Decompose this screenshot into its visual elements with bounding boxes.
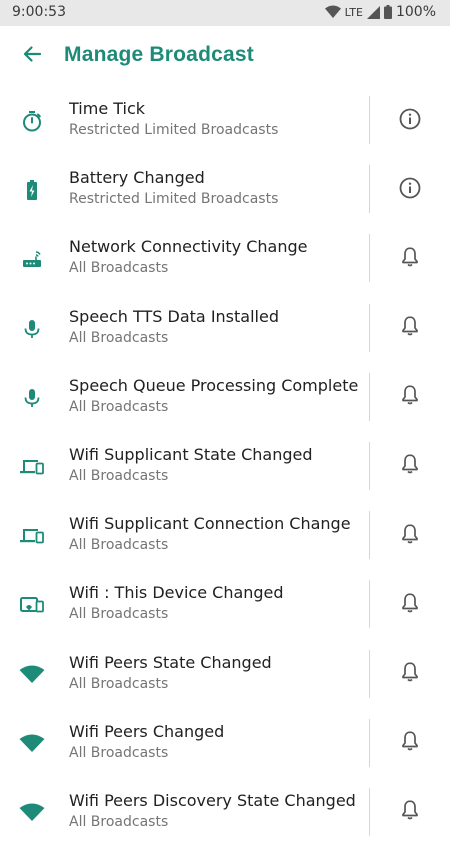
broadcast-title: Battery Changed: [69, 168, 205, 188]
row-divider: [369, 649, 370, 698]
bell-icon: [398, 522, 422, 551]
broadcast-subtitle: All Broadcasts: [69, 398, 169, 415]
bell-icon: [398, 798, 422, 827]
broadcast-subtitle: All Broadcasts: [69, 329, 169, 346]
wifi-icon: [14, 795, 50, 831]
broadcast-title: Wifi Peers Changed: [69, 721, 225, 741]
broadcast-subtitle: All Broadcasts: [69, 813, 169, 830]
bell-icon: [398, 383, 422, 412]
row-divider: [369, 441, 370, 490]
info-icon: [398, 107, 422, 136]
notification-button[interactable]: [392, 241, 428, 277]
row-divider: [369, 96, 370, 144]
battery-charging-icon: [14, 172, 50, 208]
notification-button[interactable]: [392, 657, 428, 693]
cell-signal-icon: [366, 5, 380, 19]
broadcast-title: Wifi : This Device Changed: [69, 583, 284, 603]
info-button[interactable]: [392, 103, 428, 139]
broadcast-title: Time Tick: [69, 99, 146, 118]
page-title: Manage Broadcast: [64, 43, 254, 66]
broadcast-row[interactable]: Speech TTS Data Installed All Broadcasts: [0, 293, 450, 362]
notification-button[interactable]: [392, 311, 428, 347]
broadcast-row[interactable]: Wifi Supplicant State Changed All Broadc…: [0, 431, 450, 500]
broadcast-title: Network Connectivity Change: [69, 237, 308, 257]
broadcast-row[interactable]: Wifi : This Device Changed All Broadcast…: [0, 569, 450, 638]
row-divider: [369, 165, 370, 214]
broadcast-row[interactable]: Battery Changed Restricted Limited Broad…: [0, 154, 450, 223]
broadcast-title: Wifi Peers Discovery State Changed: [69, 790, 356, 810]
bell-icon: [398, 591, 422, 620]
notification-button[interactable]: [392, 518, 428, 554]
broadcast-subtitle: All Broadcasts: [69, 606, 169, 623]
notification-button[interactable]: [392, 380, 428, 416]
broadcast-subtitle: Restricted Limited Broadcasts: [69, 122, 279, 138]
broadcast-subtitle: All Broadcasts: [69, 744, 169, 761]
bell-icon: [398, 452, 422, 481]
row-divider: [369, 580, 370, 629]
broadcast-row[interactable]: Speech Queue Processing Complete All Bro…: [0, 362, 450, 431]
broadcast-subtitle: Restricted Limited Broadcasts: [69, 191, 279, 208]
broadcast-row[interactable]: Time Tick Restricted Limited Broadcasts: [0, 85, 450, 154]
broadcast-title: Wifi Supplicant State Changed: [69, 444, 313, 464]
arrow-back-icon: [22, 44, 42, 69]
battery-percent: 100%: [395, 4, 436, 20]
microphone-icon: [14, 311, 50, 347]
notification-button[interactable]: [392, 587, 428, 623]
notification-button[interactable]: [392, 795, 428, 831]
status-bar: 9:00:53 LTE 100%: [0, 0, 450, 26]
broadcast-subtitle: All Broadcasts: [69, 537, 169, 554]
row-divider: [369, 372, 370, 421]
router-icon: [14, 241, 50, 277]
timer-icon: [14, 103, 50, 139]
broadcast-row[interactable]: Wifi Peers State Changed All Broadcasts: [0, 639, 450, 708]
row-divider: [369, 303, 370, 352]
wifi-icon: [14, 657, 50, 693]
wifi-signal-icon: [324, 5, 341, 19]
bell-icon: [398, 660, 422, 689]
broadcast-subtitle: All Broadcasts: [69, 467, 169, 484]
broadcast-title: Wifi Peers State Changed: [69, 652, 272, 672]
back-button[interactable]: [14, 38, 50, 74]
row-divider: [369, 511, 370, 560]
microphone-icon: [14, 380, 50, 416]
device-wifi-icon: [14, 587, 50, 623]
broadcast-title: Speech Queue Processing Complete: [69, 375, 359, 395]
devices-icon: [14, 449, 50, 485]
broadcast-title: Wifi Supplicant Connection Change: [69, 514, 351, 534]
broadcast-row[interactable]: Network Connectivity Change All Broadcas…: [0, 223, 450, 292]
row-divider: [369, 718, 370, 767]
wifi-icon: [14, 726, 50, 762]
bell-icon: [398, 314, 422, 343]
broadcast-row[interactable]: Wifi Peers Discovery State Changed All B…: [0, 777, 450, 846]
devices-icon: [14, 518, 50, 554]
notification-button[interactable]: [392, 726, 428, 762]
toolbar: Manage Broadcast: [0, 26, 450, 86]
broadcast-list: Time Tick Restricted Limited Broadcasts …: [0, 85, 450, 846]
row-divider: [369, 787, 370, 836]
notification-button[interactable]: [392, 449, 428, 485]
broadcast-row[interactable]: Wifi Supplicant Connection Change All Br…: [0, 500, 450, 569]
broadcast-title: Speech TTS Data Installed: [69, 306, 279, 326]
status-indicators: LTE 100%: [324, 4, 436, 20]
battery-icon: [383, 5, 392, 19]
network-type-label: LTE: [344, 5, 363, 19]
status-time: 9:00:53: [12, 4, 66, 20]
row-divider: [369, 234, 370, 283]
broadcast-subtitle: All Broadcasts: [69, 260, 169, 277]
broadcast-row[interactable]: Wifi Peers Changed All Broadcasts: [0, 708, 450, 777]
info-icon: [398, 176, 422, 205]
bell-icon: [398, 729, 422, 758]
bell-icon: [398, 245, 422, 274]
info-button[interactable]: [392, 172, 428, 208]
broadcast-subtitle: All Broadcasts: [69, 675, 169, 692]
